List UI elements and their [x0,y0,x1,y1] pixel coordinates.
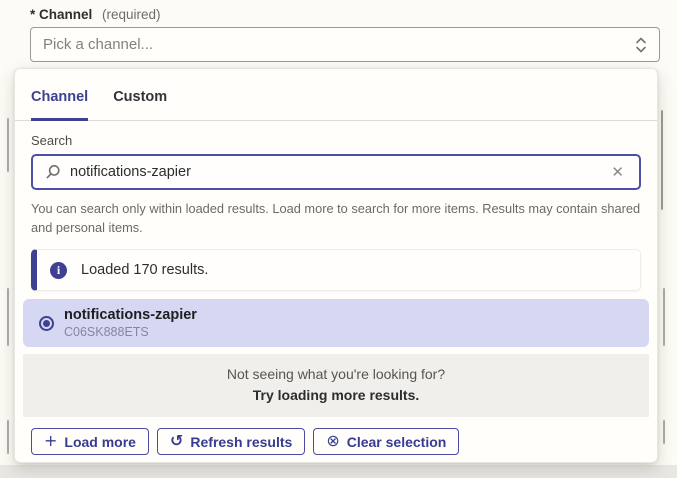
tab-channel[interactable]: Channel [31,69,88,121]
clear-selection-button[interactable]: ⊗ Clear selection [313,428,459,455]
tab-custom[interactable]: Custom [113,69,167,121]
hint-question: Not seeing what you're looking for? [31,366,641,382]
hint-suggestion: Try loading more results. [31,387,641,403]
tab-bar: Channel Custom [15,69,657,121]
channel-picker-page: * Channel (required) Pick a channel... C… [0,0,677,478]
refresh-icon: ↺ [170,433,183,449]
loaded-results-alert: i Loaded 170 results. [31,249,641,291]
channel-option-text: notifications-zapier C06SK888ETS [64,307,197,339]
field-label-text: * Channel [30,7,92,22]
search-icon [45,164,61,180]
background-panel-edge [663,420,665,444]
refresh-results-button[interactable]: ↺ Refresh results [157,428,305,455]
background-panel-edge [7,118,9,172]
dropdown-content: Search notifications-zapier ✕ You can se… [15,121,657,455]
channel-dropdown-panel: Channel Custom Search notifications-zapi… [14,68,658,463]
load-more-label: Load more [64,434,136,450]
action-button-row: + Load more ↺ Refresh results ⊗ Clear se… [31,428,641,455]
field-label: * Channel (required) [30,7,161,22]
search-value: notifications-zapier [70,164,608,180]
background-panel-edge [663,288,665,346]
background-panel-edge [7,420,9,454]
page-background-strip [0,465,677,478]
plus-icon: + [44,433,57,449]
load-more-button[interactable]: + Load more [31,428,149,455]
search-help-text: You can search only within loaded result… [31,199,641,237]
load-more-hint: Not seeing what you're looking for? Try … [23,354,649,417]
info-icon: i [50,262,67,279]
radio-selected-icon[interactable] [39,316,54,331]
search-label: Search [31,133,641,148]
dropdown-scrollbar-thumb[interactable] [661,110,663,210]
background-panel-edge [7,288,9,346]
radio-dot [43,320,50,327]
field-required-note: (required) [102,7,161,22]
clear-search-icon[interactable]: ✕ [608,163,627,182]
channel-select[interactable]: Pick a channel... [30,27,660,62]
channel-option-name: notifications-zapier [64,307,197,323]
channel-select-placeholder: Pick a channel... [43,36,635,53]
loaded-results-text: Loaded 170 results. [81,262,208,278]
chevron-up-down-icon [635,36,647,54]
search-input[interactable]: notifications-zapier ✕ [31,154,641,190]
x-circle-icon: ⊗ [326,433,339,449]
channel-option-selected[interactable]: notifications-zapier C06SK888ETS [23,299,649,347]
clear-selection-label: Clear selection [347,434,447,450]
channel-option-id: C06SK888ETS [64,325,197,339]
refresh-results-label: Refresh results [190,434,292,450]
